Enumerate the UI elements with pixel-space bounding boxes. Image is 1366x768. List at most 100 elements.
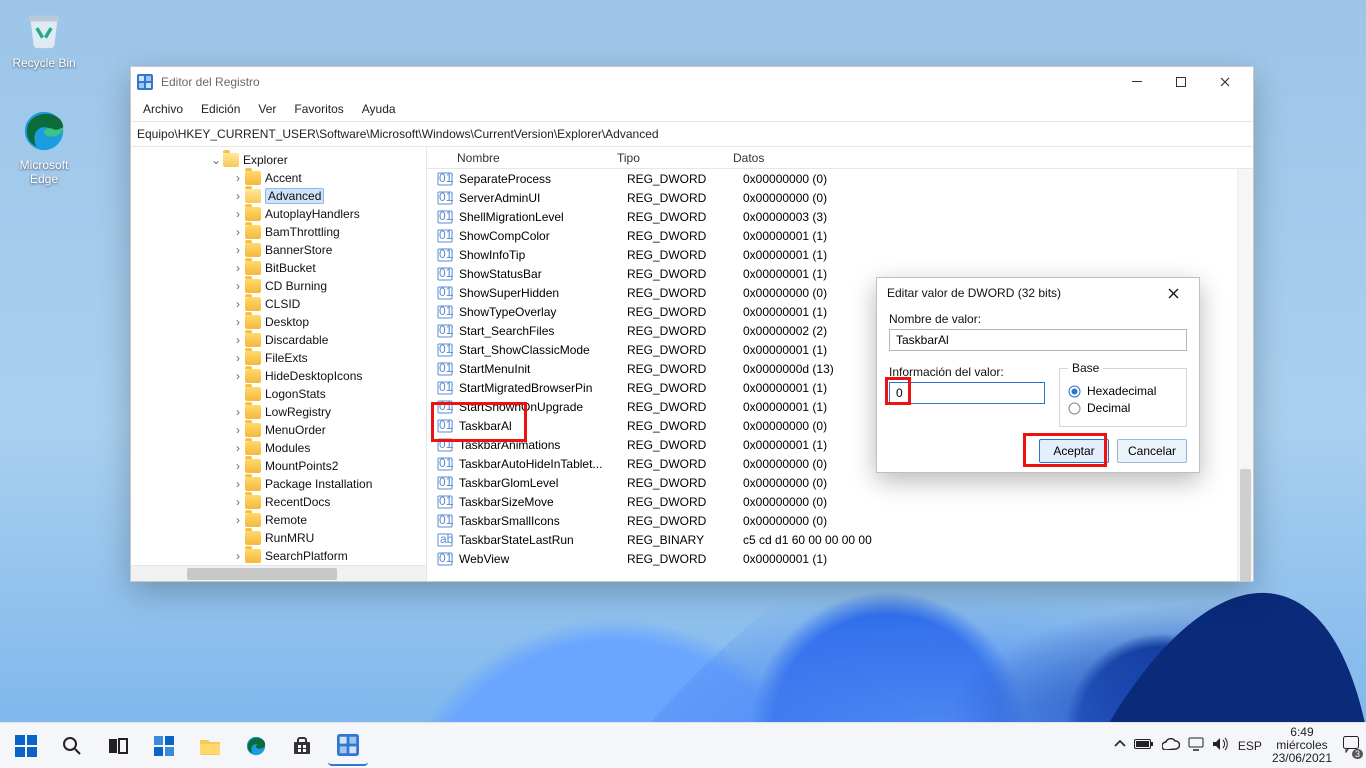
tree-item[interactable]: HideDesktopIcons xyxy=(131,367,426,385)
value-row[interactable]: 011TaskbarGlomLevelREG_DWORD0x00000000 (… xyxy=(427,473,1253,492)
address-bar[interactable]: Equipo\HKEY_CURRENT_USER\Software\Micros… xyxy=(131,121,1253,147)
value-row[interactable]: 011ServerAdminUIREG_DWORD0x00000000 (0) xyxy=(427,188,1253,207)
scrollbar-thumb[interactable] xyxy=(187,568,337,580)
tree-expand-toggle[interactable] xyxy=(231,315,245,329)
tree-item[interactable]: SearchPlatform xyxy=(131,547,426,565)
widgets-button[interactable] xyxy=(144,726,184,766)
registry-tree[interactable]: ExplorerAccentAdvancedAutoplayHandlersBa… xyxy=(131,147,427,581)
tree-item[interactable]: RunMRU xyxy=(131,529,426,547)
tree-item[interactable]: BitBucket xyxy=(131,259,426,277)
tree-item[interactable]: LowRegistry xyxy=(131,403,426,421)
tree-expand-toggle[interactable] xyxy=(231,369,245,383)
value-row[interactable]: 011ShowCompColorREG_DWORD0x00000001 (1) xyxy=(427,226,1253,245)
battery-icon[interactable] xyxy=(1134,738,1154,753)
tree-item[interactable]: RecentDocs xyxy=(131,493,426,511)
tree-expand-toggle[interactable] xyxy=(231,261,245,275)
tree-expand-toggle[interactable] xyxy=(231,441,245,455)
tree-expand-toggle[interactable] xyxy=(231,297,245,311)
menu-view[interactable]: Ver xyxy=(250,99,284,119)
desktop-recycle-bin[interactable]: Recycle Bin xyxy=(6,6,82,70)
list-vertical-scrollbar[interactable] xyxy=(1237,169,1253,581)
tree-item[interactable]: MenuOrder xyxy=(131,421,426,439)
tree-item[interactable]: Package Installation xyxy=(131,475,426,493)
taskbar-edge-button[interactable] xyxy=(236,726,276,766)
value-row[interactable]: abTaskbarStateLastRunREG_BINARYc5 cd d1 … xyxy=(427,530,1253,549)
col-name[interactable]: Nombre xyxy=(427,151,607,165)
tree-item[interactable]: BamThrottling xyxy=(131,223,426,241)
language-indicator[interactable]: ESP xyxy=(1238,739,1262,753)
tree-expand-toggle[interactable] xyxy=(231,495,245,509)
tree-item[interactable]: Explorer xyxy=(131,151,426,169)
value-row[interactable]: 011TaskbarSmallIconsREG_DWORD0x00000000 … xyxy=(427,511,1253,530)
menu-help[interactable]: Ayuda xyxy=(354,99,404,119)
tree-expand-toggle[interactable] xyxy=(231,171,245,185)
regedit-taskbar-button[interactable] xyxy=(328,726,368,766)
tree-item[interactable]: FileExts xyxy=(131,349,426,367)
tree-item[interactable]: Desktop xyxy=(131,313,426,331)
tree-item[interactable]: CD Burning xyxy=(131,277,426,295)
taskbar-search-button[interactable] xyxy=(52,726,92,766)
taskbar-clock[interactable]: 6:49 miércoles 23/06/2021 xyxy=(1272,726,1332,765)
folder-icon xyxy=(245,297,261,311)
network-icon[interactable] xyxy=(1188,737,1204,754)
minimize-button[interactable] xyxy=(1115,67,1159,97)
onedrive-icon[interactable] xyxy=(1162,738,1180,753)
tree-expand-toggle[interactable] xyxy=(231,207,245,221)
col-type[interactable]: Tipo xyxy=(607,151,723,165)
tree-expand-toggle[interactable] xyxy=(231,351,245,365)
tree-expand-toggle[interactable] xyxy=(231,459,245,473)
tree-expand-toggle[interactable] xyxy=(231,189,245,203)
start-button[interactable] xyxy=(6,726,46,766)
tree-expand-toggle[interactable] xyxy=(231,279,245,293)
value-row[interactable]: 011SeparateProcessREG_DWORD0x00000000 (0… xyxy=(427,169,1253,188)
tree-expand-toggle[interactable] xyxy=(231,549,245,563)
volume-icon[interactable] xyxy=(1212,737,1228,754)
tree-item[interactable]: MountPoints2 xyxy=(131,457,426,475)
tree-expand-toggle[interactable] xyxy=(231,423,245,437)
value-row[interactable]: 011WebViewREG_DWORD0x00000001 (1) xyxy=(427,549,1253,568)
menu-edit[interactable]: Edición xyxy=(193,99,248,119)
task-view-button[interactable] xyxy=(98,726,138,766)
maximize-button[interactable] xyxy=(1159,67,1203,97)
file-explorer-button[interactable] xyxy=(190,726,230,766)
tree-item[interactable]: Discardable xyxy=(131,331,426,349)
scrollbar-thumb[interactable] xyxy=(1240,469,1251,581)
tree-item[interactable]: Advanced xyxy=(131,187,426,205)
tree-expand-toggle[interactable] xyxy=(231,405,245,419)
tree-item[interactable]: AutoplayHandlers xyxy=(131,205,426,223)
dialog-close-button[interactable] xyxy=(1157,278,1189,308)
close-button[interactable] xyxy=(1203,67,1247,97)
tree-expand-toggle[interactable] xyxy=(231,225,245,239)
radio-hexadecimal[interactable]: Hexadecimal xyxy=(1068,384,1178,398)
radio-decimal[interactable]: Decimal xyxy=(1068,401,1178,415)
menu-favorites[interactable]: Favoritos xyxy=(286,99,351,119)
col-data[interactable]: Datos xyxy=(723,151,1253,165)
tree-expand-toggle[interactable] xyxy=(231,333,245,347)
tree-expand-toggle[interactable] xyxy=(231,513,245,527)
value-name-field[interactable] xyxy=(889,329,1187,351)
value-row[interactable]: 011ShellMigrationLevelREG_DWORD0x0000000… xyxy=(427,207,1253,226)
tree-item[interactable]: Remote xyxy=(131,511,426,529)
cancel-button[interactable]: Cancelar xyxy=(1117,439,1187,463)
value-row[interactable]: 011TaskbarSizeMoveREG_DWORD0x00000000 (0… xyxy=(427,492,1253,511)
titlebar[interactable]: Editor del Registro xyxy=(131,67,1253,97)
tray-overflow-button[interactable] xyxy=(1114,738,1126,753)
dialog-titlebar[interactable]: Editar valor de DWORD (32 bits) xyxy=(877,278,1199,308)
tree-item[interactable]: Accent xyxy=(131,169,426,187)
value-row[interactable]: 011ShowInfoTipREG_DWORD0x00000001 (1) xyxy=(427,245,1253,264)
notifications-button[interactable]: 3 xyxy=(1342,735,1360,756)
microsoft-store-button[interactable] xyxy=(282,726,322,766)
value-data-field[interactable] xyxy=(889,382,1045,404)
tree-item[interactable]: Modules xyxy=(131,439,426,457)
tree-item[interactable]: BannerStore xyxy=(131,241,426,259)
ok-button[interactable]: Aceptar xyxy=(1039,439,1109,463)
list-header[interactable]: Nombre Tipo Datos xyxy=(427,147,1253,169)
menu-file[interactable]: Archivo xyxy=(135,99,191,119)
desktop-microsoft-edge[interactable]: Microsoft Edge xyxy=(6,108,82,186)
tree-horizontal-scrollbar[interactable] xyxy=(131,565,426,581)
tree-item[interactable]: CLSID xyxy=(131,295,426,313)
tree-expand-toggle[interactable] xyxy=(209,153,223,167)
tree-item[interactable]: LogonStats xyxy=(131,385,426,403)
tree-expand-toggle[interactable] xyxy=(231,243,245,257)
tree-expand-toggle[interactable] xyxy=(231,477,245,491)
